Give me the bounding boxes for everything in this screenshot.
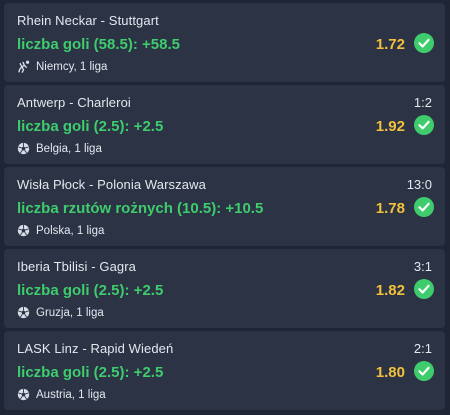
match-score: 13:0: [406, 177, 432, 192]
handball-icon: [18, 60, 30, 73]
bet-odds: 1.80: [375, 364, 405, 381]
bet-item[interactable]: Wisła Płock - Polonia Warszawa 13:0 licz…: [4, 167, 445, 246]
league-info: Polska, 1 liga: [17, 224, 104, 237]
match-teams: LASK Linz - Rapid Wiedeń: [17, 341, 174, 356]
bet-market: liczba goli (2.5): +2.5: [17, 364, 164, 381]
bet-market: liczba goli (2.5): +2.5: [17, 282, 164, 299]
league-info: Niemcy, 1 liga: [17, 60, 107, 73]
league-label: Austria, 1 liga: [36, 388, 106, 401]
match-score: 2:1: [413, 341, 432, 356]
league-label: Polska, 1 liga: [36, 224, 105, 237]
check-icon: [414, 279, 434, 299]
bet-odds: 1.92: [375, 118, 405, 135]
match-teams: Antwerp - Charleroi: [17, 95, 131, 110]
bet-odds: 1.78: [375, 200, 405, 217]
match-teams: Wisła Płock - Polonia Warszawa: [17, 177, 206, 192]
soccer-ball-icon: [17, 142, 30, 155]
bet-item[interactable]: Iberia Tbilisi - Gagra 3:1 liczba goli (…: [4, 249, 445, 328]
league-label: Gruzja, 1 liga: [36, 306, 104, 319]
league-info: Belgia, 1 liga: [17, 142, 102, 155]
bet-item[interactable]: Antwerp - Charleroi 1:2 liczba goli (2.5…: [4, 85, 445, 164]
league-label: Niemcy, 1 liga: [36, 60, 108, 73]
soccer-ball-icon: [17, 388, 30, 401]
soccer-ball-icon: [17, 306, 30, 319]
bet-list: Rhein Neckar - Stuttgart liczba goli (58…: [4, 3, 445, 413]
check-icon: [414, 33, 434, 53]
bet-market: liczba rzutów rożnych (10.5): +10.5: [17, 200, 264, 217]
match-score: 1:2: [413, 95, 432, 110]
bet-odds: 1.82: [375, 282, 405, 299]
check-icon: [414, 115, 434, 135]
check-icon: [414, 361, 434, 381]
league-info: Austria, 1 liga: [17, 388, 106, 401]
bet-item[interactable]: LASK Linz - Rapid Wiedeń 2:1 liczba goli…: [4, 331, 445, 410]
check-icon: [414, 197, 434, 217]
soccer-ball-icon: [17, 224, 30, 237]
league-info: Gruzja, 1 liga: [17, 306, 104, 319]
match-score: 3:1: [413, 259, 432, 274]
bet-market: liczba goli (58.5): +58.5: [17, 36, 180, 53]
bet-market: liczba goli (2.5): +2.5: [17, 118, 164, 135]
match-teams: Iberia Tbilisi - Gagra: [17, 259, 137, 274]
match-teams: Rhein Neckar - Stuttgart: [17, 13, 159, 28]
bet-item[interactable]: Rhein Neckar - Stuttgart liczba goli (58…: [4, 3, 445, 82]
bet-odds: 1.72: [375, 36, 405, 53]
league-label: Belgia, 1 liga: [36, 142, 102, 155]
